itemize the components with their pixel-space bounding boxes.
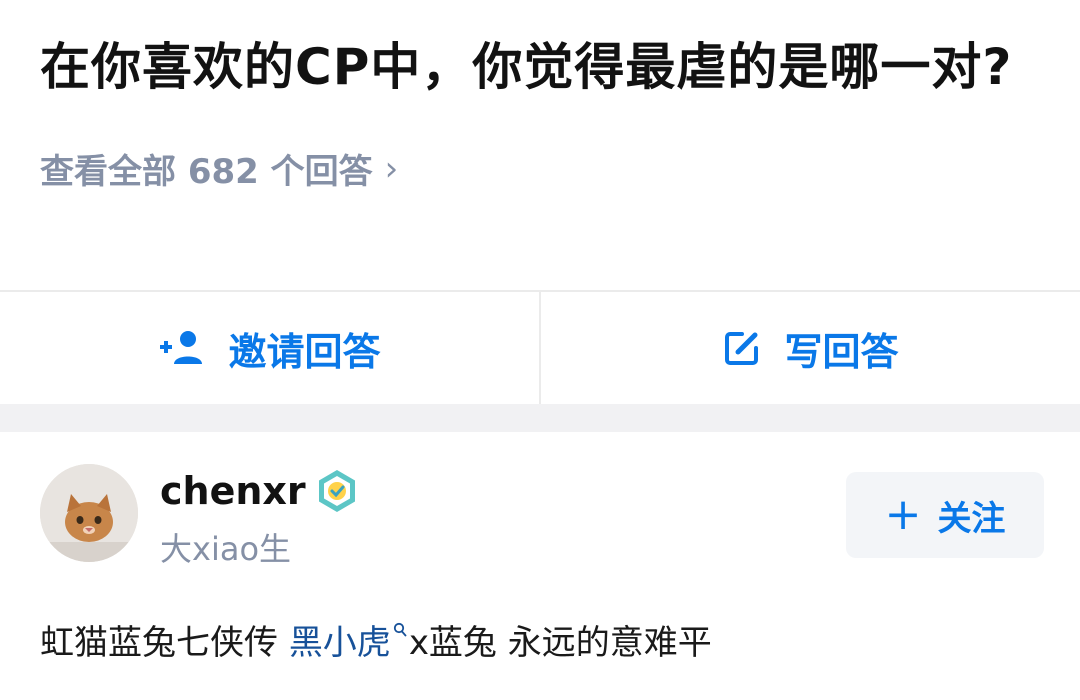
verified-badge-icon bbox=[314, 468, 360, 514]
author-name[interactable]: chenxr bbox=[160, 468, 360, 514]
excerpt-text-end: x蓝兔 永远的意难平 bbox=[408, 623, 712, 663]
question-header: 在你喜欢的CP中，你觉得最虐的是哪一对? 查看全部 682 个回答 › bbox=[40, 30, 1040, 193]
invite-answer-button[interactable]: 邀请回答 bbox=[0, 292, 539, 404]
write-answer-button[interactable]: 写回答 bbox=[539, 292, 1080, 404]
question-title[interactable]: 在你喜欢的CP中，你觉得最虐的是哪一对? bbox=[40, 30, 1040, 104]
plus-icon: + bbox=[884, 489, 922, 540]
write-answer-label: 写回答 bbox=[784, 329, 899, 374]
search-icon bbox=[393, 607, 407, 647]
follow-button[interactable]: + 关注 bbox=[846, 472, 1044, 558]
author-name-label: chenxr bbox=[160, 469, 306, 513]
invite-answer-label: 邀请回答 bbox=[228, 329, 381, 374]
answer-actions-bar: 邀请回答 写回答 bbox=[0, 290, 1080, 404]
section-divider bbox=[0, 404, 1080, 432]
excerpt-text-start: 虹猫蓝兔七侠传 bbox=[40, 623, 289, 663]
author-bio: 大xiao生 bbox=[160, 530, 292, 568]
add-person-icon bbox=[158, 330, 206, 366]
search-keyword-link[interactable]: 黑小虎 bbox=[289, 623, 391, 663]
edit-pencil-icon bbox=[722, 328, 762, 368]
view-all-answers-label: 查看全部 682 个回答 bbox=[40, 152, 373, 192]
avatar[interactable] bbox=[40, 464, 138, 562]
view-all-answers-link[interactable]: 查看全部 682 个回答 › bbox=[40, 144, 1040, 193]
follow-label: 关注 bbox=[937, 498, 1006, 539]
chevron-right-icon: › bbox=[384, 148, 399, 189]
answer-card: chenxr 大xiao生 + 关注 虹猫蓝兔七侠传 黑小虎 x蓝兔 永远的意难平 bbox=[0, 432, 1080, 700]
answer-excerpt[interactable]: 虹猫蓝兔七侠传 黑小虎 x蓝兔 永远的意难平 bbox=[40, 607, 712, 664]
